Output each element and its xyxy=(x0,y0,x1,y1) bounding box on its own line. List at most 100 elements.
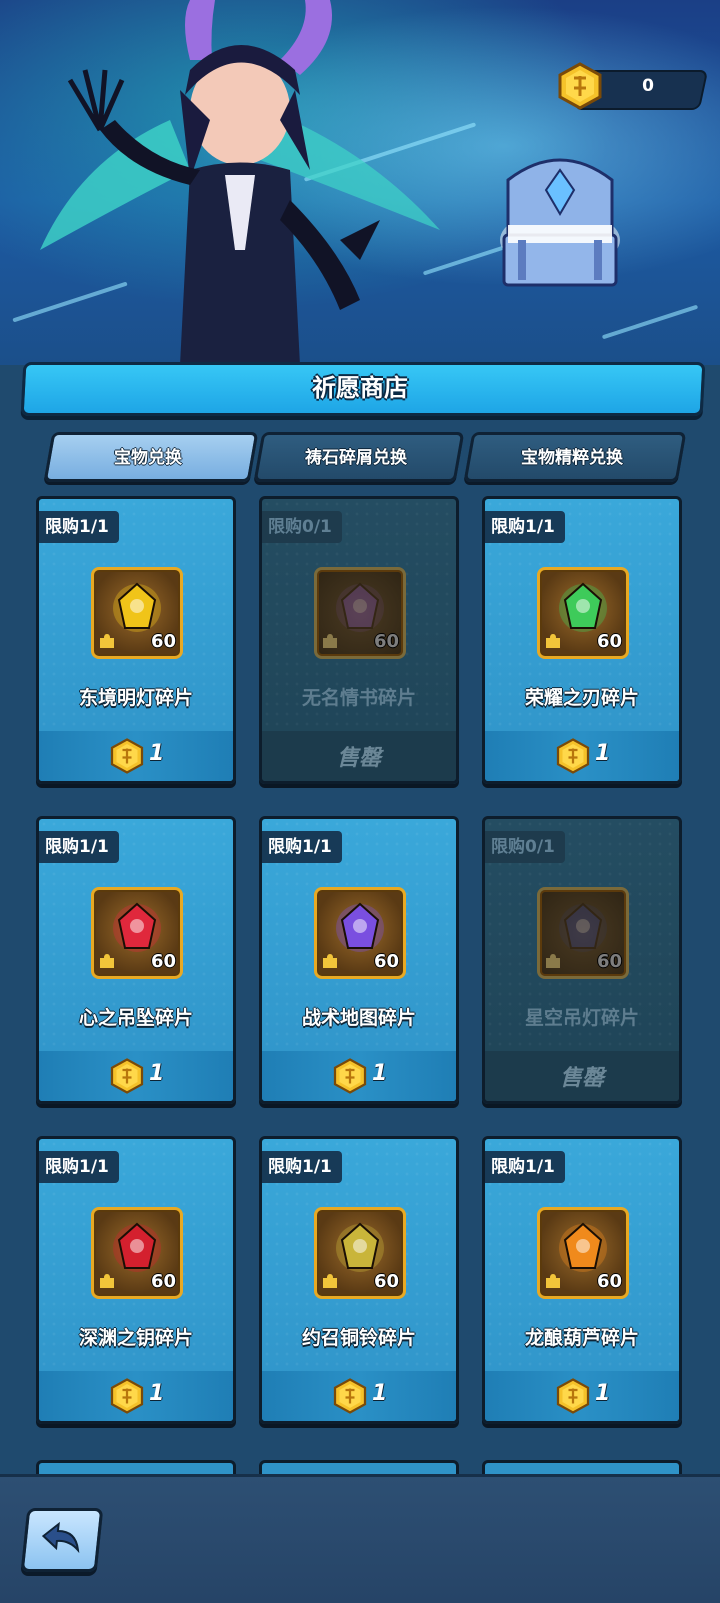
shop-item-card: 限购0/1 60 无名情书碎片 售罄 xyxy=(259,496,459,784)
shop-item-card[interactable]: 限购1/1 60 约召铜铃碎片 1 xyxy=(259,1136,459,1424)
puzzle-piece-icon xyxy=(100,954,114,968)
price-strip: 1 xyxy=(39,1371,233,1421)
item-quantity: 60 xyxy=(596,951,622,972)
price-strip: 1 xyxy=(262,1371,456,1421)
wish-coin-icon xyxy=(110,1058,144,1094)
puzzle-piece-icon xyxy=(323,954,337,968)
price-strip: 1 xyxy=(262,1051,456,1101)
puzzle-piece-icon xyxy=(323,634,337,648)
treasure-chest-icon xyxy=(500,158,620,287)
puzzle-piece-icon xyxy=(546,634,560,648)
shop-item-card[interactable]: 限购1/1 60 战术地图碎片 1 xyxy=(259,816,459,1104)
price-strip: 1 xyxy=(39,1051,233,1101)
item-icon-frame: 60 xyxy=(314,887,406,979)
price-strip: 1 xyxy=(39,731,233,781)
item-quantity: 60 xyxy=(373,631,399,652)
item-name: 星空吊灯碎片 xyxy=(524,1007,639,1029)
shop-item-card[interactable]: 限购1/1 60 东境明灯碎片 1 xyxy=(36,496,236,784)
wish-coin-icon xyxy=(558,62,602,110)
price-strip: 1 xyxy=(485,1371,679,1421)
item-quantity: 60 xyxy=(373,951,399,972)
item-icon-frame: 60 xyxy=(91,887,183,979)
character-illustration xyxy=(40,0,440,365)
hero-banner: 0 xyxy=(0,0,720,365)
tab-treasure-essence-exchange-label: 宝物精粹兑换 xyxy=(521,448,623,468)
price-strip: 售罄 xyxy=(262,731,456,781)
purchase-limit-tag: 限购1/1 xyxy=(262,1151,342,1183)
shop-item-card[interactable]: 限购1/1 60 荣耀之刃碎片 1 xyxy=(482,496,682,784)
item-icon-frame: 60 xyxy=(91,1207,183,1299)
puzzle-piece-icon xyxy=(100,1274,114,1288)
shop-title: 祈愿商店 xyxy=(312,374,408,402)
item-name: 无名情书碎片 xyxy=(301,687,416,709)
item-price: 1 xyxy=(149,1061,165,1086)
wish-coin-icon xyxy=(110,738,144,774)
purchase-limit-tag: 限购1/1 xyxy=(262,831,342,863)
price-strip: 1 xyxy=(485,731,679,781)
item-name: 东境明灯碎片 xyxy=(78,687,193,709)
wish-coin-icon xyxy=(333,1378,367,1414)
puzzle-piece-icon xyxy=(546,954,560,968)
tactical-map-icon xyxy=(336,902,384,952)
purchase-limit-tag: 限购1/1 xyxy=(485,1151,565,1183)
item-quantity: 60 xyxy=(150,631,176,652)
purchase-limit-tag: 限购1/1 xyxy=(39,511,119,543)
item-price: 1 xyxy=(595,741,611,766)
purchase-limit-tag: 限购1/1 xyxy=(39,831,119,863)
item-icon-frame: 60 xyxy=(314,567,406,659)
item-price: 1 xyxy=(372,1381,388,1406)
tab-treasure-exchange-label: 宝物兑换 xyxy=(114,448,182,468)
item-quantity: 60 xyxy=(596,1271,622,1292)
item-price: 1 xyxy=(149,1381,165,1406)
purchase-limit-tag: 限购1/1 xyxy=(39,1151,119,1183)
item-quantity: 60 xyxy=(150,951,176,972)
wish-coin-icon xyxy=(333,1058,367,1094)
item-icon-frame: 60 xyxy=(537,1207,629,1299)
bronze-bell-icon xyxy=(336,1222,384,1272)
item-name: 深渊之钥碎片 xyxy=(78,1327,193,1349)
puzzle-piece-icon xyxy=(546,1274,560,1288)
item-name: 战术地图碎片 xyxy=(301,1007,416,1029)
wish-coin-icon xyxy=(556,1378,590,1414)
shop-item-card: 限购0/1 60 星空吊灯碎片 售罄 xyxy=(482,816,682,1104)
puzzle-piece-icon xyxy=(100,634,114,648)
item-name: 心之吊坠碎片 xyxy=(78,1007,193,1029)
love-letter-icon xyxy=(336,582,384,632)
purchase-limit-tag: 限购1/1 xyxy=(485,511,565,543)
item-icon-frame: 60 xyxy=(537,567,629,659)
abyss-key-icon xyxy=(113,1222,161,1272)
price-strip: 售罄 xyxy=(485,1051,679,1101)
sold-out-label: 售罄 xyxy=(559,1066,604,1091)
shop-item-card[interactable]: 限购1/1 60 心之吊坠碎片 1 xyxy=(36,816,236,1104)
shop-item-card[interactable]: 限购1/1 60 深渊之钥碎片 1 xyxy=(36,1136,236,1424)
item-quantity: 60 xyxy=(373,1271,399,1292)
back-arrow-icon xyxy=(41,1521,80,1554)
golden-lantern-icon xyxy=(113,582,161,632)
item-price: 1 xyxy=(595,1381,611,1406)
item-price: 1 xyxy=(149,741,165,766)
item-icon-frame: 60 xyxy=(537,887,629,979)
wish-coin-icon xyxy=(556,738,590,774)
item-price: 1 xyxy=(372,1061,388,1086)
item-icon-frame: 60 xyxy=(314,1207,406,1299)
purchase-limit-tag: 限购0/1 xyxy=(262,511,342,543)
item-name: 约召铜铃碎片 xyxy=(301,1327,416,1349)
bottom-bar xyxy=(0,1474,720,1603)
green-blade-icon xyxy=(559,582,607,632)
tab-prayer-stone-exchange-label: 祷石碎屑兑换 xyxy=(305,448,407,468)
currency-value: 0 xyxy=(642,76,654,96)
purchase-limit-tag: 限购0/1 xyxy=(485,831,565,863)
item-quantity: 60 xyxy=(150,1271,176,1292)
item-quantity: 60 xyxy=(596,631,622,652)
heart-pendant-icon xyxy=(113,902,161,952)
item-icon-frame: 60 xyxy=(91,567,183,659)
back-button[interactable] xyxy=(20,1508,104,1572)
item-name: 荣耀之刃碎片 xyxy=(524,687,639,709)
shop-item-card[interactable]: 限购1/1 60 龙酿葫芦碎片 1 xyxy=(482,1136,682,1424)
wish-coin-icon xyxy=(110,1378,144,1414)
puzzle-piece-icon xyxy=(323,1274,337,1288)
sold-out-label: 售罄 xyxy=(336,746,381,771)
star-chandelier-icon xyxy=(559,902,607,952)
dragon-gourd-icon xyxy=(559,1222,607,1272)
item-name: 龙酿葫芦碎片 xyxy=(524,1327,639,1349)
